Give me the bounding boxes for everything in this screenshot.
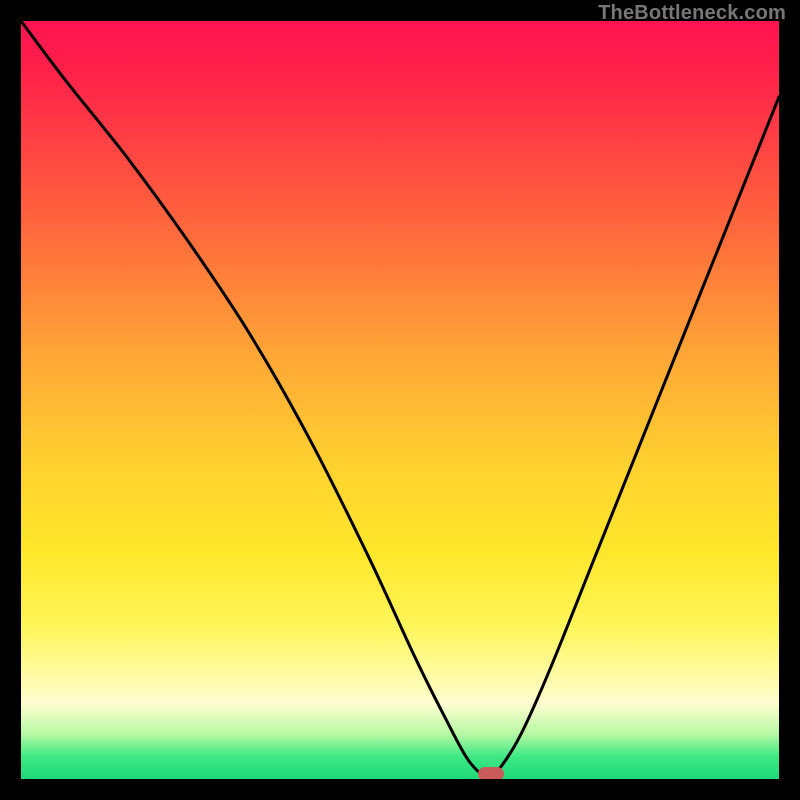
plot-area — [21, 21, 779, 779]
minimum-marker — [478, 767, 504, 779]
curve-line — [21, 21, 779, 779]
outer-frame: TheBottleneck.com — [0, 0, 800, 800]
watermark-text: TheBottleneck.com — [598, 2, 786, 25]
